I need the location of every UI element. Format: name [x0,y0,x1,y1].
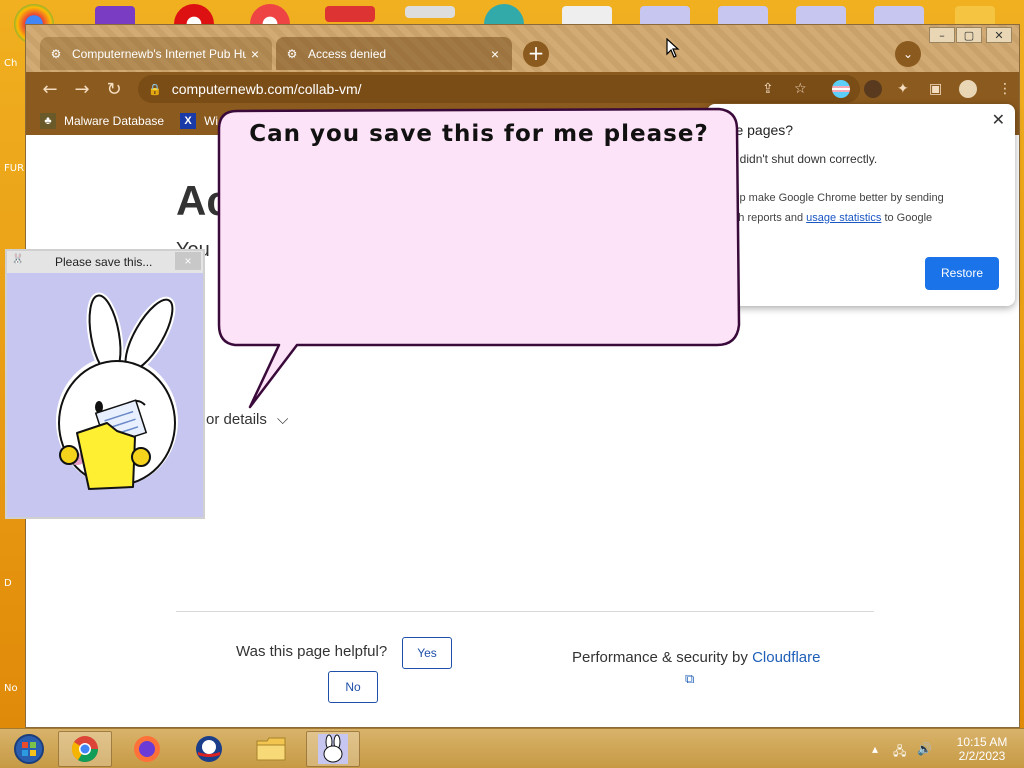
clock[interactable]: 10:15 AM 2/2/2023 [948,735,1016,763]
start-button[interactable] [2,731,56,767]
bunny-small-icon: 🐰 [11,254,25,265]
bar-desktop-icon[interactable] [405,6,455,18]
bunny-window-titlebar[interactable]: 🐰 Please save this... × [7,251,203,273]
restore-pages-popup: ore pages? ne didn't shut down correctly… [707,104,1015,306]
address-bar[interactable]: 🔒 computernewb.com/collab-vm/ [138,75,860,103]
url-text: computernewb.com/collab-vm/ [171,81,362,97]
new-tab-button[interactable]: + [523,41,549,67]
maximize-button[interactable]: ▢ [956,27,982,43]
tab-strip: ⚙ Computernewb's Internet Pub Hu × ⚙ Acc… [26,25,1019,72]
bunny-window: 🐰 Please save this... × [5,249,205,519]
tab-access-denied[interactable]: ⚙ Access denied × [276,37,512,70]
details-label: or details [206,411,267,428]
tab-close-icon[interactable]: × [246,46,264,62]
volume-icon[interactable]: 🔊 [917,742,932,756]
clock-date: 2/2/2023 [958,749,1006,763]
menu-kebab-icon[interactable]: ⋮ [998,81,1012,97]
folder-icon [256,737,286,761]
side-panel-icon[interactable]: ▣ [929,81,942,97]
bunny-icon [318,734,348,764]
reload-icon[interactable]: ↻ [102,78,126,102]
profile-icon[interactable] [959,80,977,98]
taskbar-bunny[interactable] [306,731,360,767]
extensions-puzzle-icon[interactable]: ✦ [897,81,909,97]
bunny-window-title: Please save this... [55,255,153,269]
bookmark-malware-database[interactable]: ♣ Malware Database [40,113,164,129]
computernewb-favicon-icon: ⚙ [50,46,62,61]
taskbar-firefox[interactable] [120,731,174,767]
tab-title: Access denied [308,46,387,61]
usage-statistics-link[interactable]: usage statistics [806,212,881,224]
xmedia-desktop-icon[interactable] [325,6,375,22]
malware-bookmark-icon: ♣ [40,113,56,129]
minimize-button[interactable]: – [929,27,955,43]
obama-logo-icon [196,736,222,762]
tab-title: Computernewb's Internet Pub Hu [72,46,246,61]
feedback-yes-button[interactable]: Yes [402,637,452,669]
cloudflare-link[interactable]: Cloudflare [752,649,820,666]
bunny-illustration [56,292,178,490]
divider [176,611,874,612]
lock-icon: 🔒 [148,83,162,96]
external-link-icon[interactable]: ⧉ [685,671,694,687]
x-bookmark-icon: X [180,113,197,129]
perf-label: Performance & security by [572,649,748,666]
desktop-label-4: No [4,683,18,694]
restore-line2-suffix: to Google [884,212,933,224]
restore-stats-line: rash reports and usage statistics to Goo… [723,212,932,224]
back-icon[interactable]: ← [38,78,62,102]
desktop-label-2: FUR [4,163,25,174]
speech-bubble-text: Can you save this for me please? [249,121,709,147]
mouse-cursor-icon [666,38,680,58]
trans-flag-extension-icon[interactable] [832,80,850,98]
close-icon[interactable]: ✕ [992,110,1005,130]
tray-expand-icon[interactable]: ▴ [872,742,878,756]
tab-internet-pub[interactable]: ⚙ Computernewb's Internet Pub Hu × [40,37,272,70]
close-icon[interactable]: × [175,252,201,270]
restore-button[interactable]: Restore [925,257,999,290]
desktop-label-3: D [4,578,12,589]
chrome-icon [71,736,99,763]
share-icon[interactable]: ⇪ [762,81,774,97]
bookmark-label: Malware Database [64,114,165,128]
tab-search-icon[interactable]: ⌄ [895,41,921,67]
computernewb-favicon-icon: ⚙ [286,46,298,61]
forward-icon[interactable]: → [70,78,94,102]
bookmark-wi[interactable]: X Wi [180,113,218,129]
tab-close-icon[interactable]: × [486,46,504,62]
chevron-down-icon: ⌵ [277,411,289,428]
bookmark-label: Wi [204,114,219,128]
taskbar: ▴ 🖧 🔊 10:15 AM 2/2/2023 [0,728,1024,768]
start-orb-icon [14,734,44,764]
bookmark-star-icon[interactable]: ☆ [794,81,807,97]
performance-credit: Performance & security by Cloudflare [572,649,820,666]
taskbar-chrome[interactable] [58,731,112,767]
speech-bubble [217,107,741,409]
close-window-button[interactable]: ✕ [986,27,1012,43]
clock-time: 10:15 AM [956,735,1008,749]
taskbar-explorer[interactable] [244,731,298,767]
restore-stats-line: Help make Google Chrome better by sendin… [723,192,944,204]
network-icon[interactable]: 🖧 [893,742,906,763]
desktop-label-1: Ch [4,58,18,69]
feedback-question: Was this page helpful? [236,643,388,660]
avatar-extension-icon[interactable] [864,80,882,98]
browser-toolbar: ← → ↻ 🔒 computernewb.com/collab-vm/ ⇪ ☆ … [26,72,1019,107]
restore-message: ne didn't shut down correctly. [723,152,878,166]
firefox-icon [134,736,160,762]
feedback-no-button[interactable]: No [328,671,378,703]
taskbar-obama[interactable] [182,731,236,767]
